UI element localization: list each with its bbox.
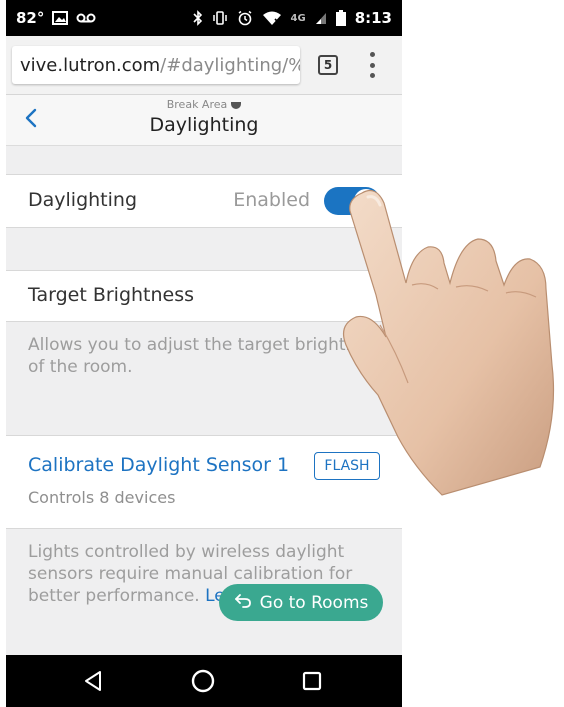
daylighting-status: Enabled (233, 189, 310, 211)
alarm-icon (237, 10, 253, 26)
target-brightness-label: Target Brightness (28, 284, 195, 306)
vibrate-icon (212, 11, 228, 25)
signal-icon (315, 11, 327, 25)
pointing-hand-image (300, 175, 564, 504)
app-header: Break Area Daylighting (6, 95, 402, 146)
breadcrumb: Break Area (6, 98, 402, 111)
breadcrumb-text: Break Area (166, 98, 228, 111)
battery-icon (335, 10, 346, 26)
bluetooth-icon (192, 10, 203, 26)
wifi-icon (262, 10, 282, 26)
square-recents-icon[interactable] (302, 671, 322, 695)
go-to-rooms-button[interactable]: Go to Rooms (219, 584, 383, 621)
calibrate-sensor-link[interactable]: Calibrate Daylight Sensor 1 (28, 454, 289, 476)
browser-toolbar: vive.lutron.com/#daylighting/%2F 5 (6, 36, 402, 95)
status-right: 4G 8:13 (192, 9, 392, 27)
url-host: vive.lutron.com (20, 54, 161, 76)
go-to-rooms-label: Go to Rooms (259, 592, 369, 613)
voicemail-icon (76, 13, 96, 23)
network-type-text: 4G (290, 12, 306, 24)
image-notification-icon (52, 11, 69, 25)
overflow-menu-icon[interactable] (367, 52, 377, 78)
daylighting-label: Daylighting (28, 189, 138, 211)
phone: 82° 4G 8:13 vive.lutron.com /#daylightin… (0, 0, 564, 707)
url-path: /#daylighting/%2F (160, 54, 300, 76)
tab-switcher-button[interactable]: 5 (318, 55, 338, 75)
system-nav-bar (6, 655, 402, 707)
circle-home-icon[interactable] (190, 668, 216, 698)
coffee-cup-icon (231, 101, 242, 109)
temperature-text: 82° (16, 9, 45, 27)
controls-count-text: Controls 8 devices (28, 488, 176, 507)
triangle-back-icon[interactable] (83, 670, 103, 696)
page-title: Daylighting (149, 114, 259, 136)
status-bar: 82° 4G 8:13 (6, 0, 402, 36)
url-field[interactable]: vive.lutron.com/#daylighting/%2F (12, 46, 300, 84)
return-arrow-icon (234, 593, 252, 613)
status-left: 82° (16, 9, 96, 27)
clock-text: 8:13 (354, 9, 392, 27)
